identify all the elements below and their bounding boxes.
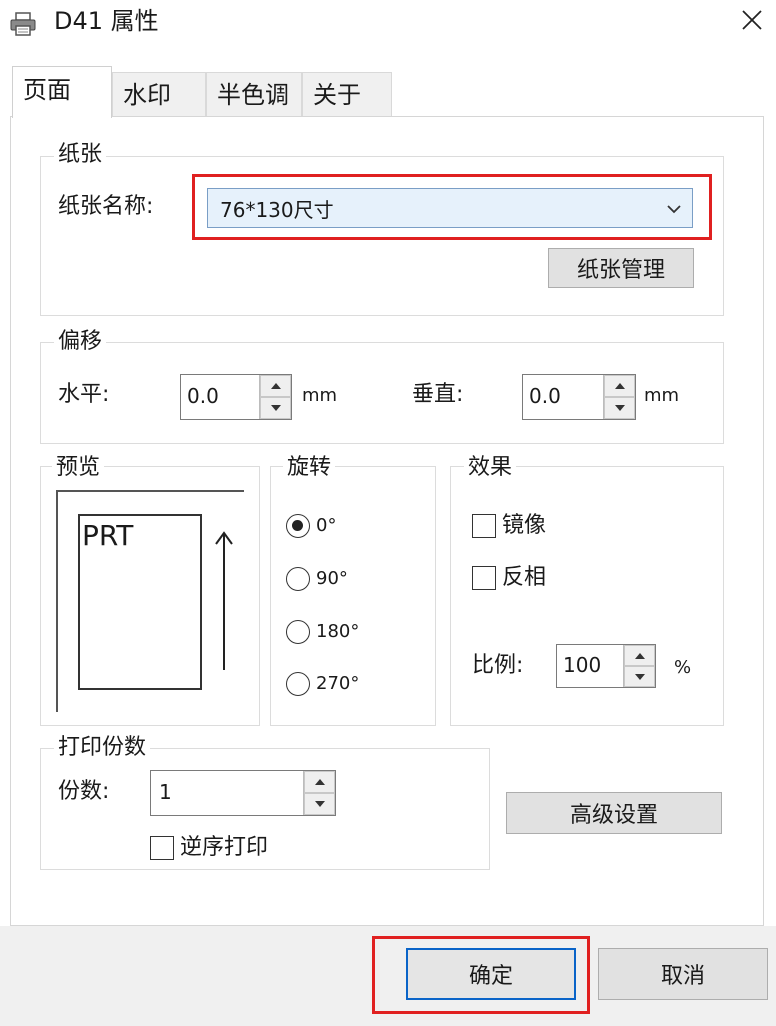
invert-label: 反相: [502, 565, 547, 590]
rotation-radio-0[interactable]: [286, 514, 310, 538]
scale-value: 100: [563, 653, 602, 677]
scale-spinner: [623, 645, 655, 687]
arrow-up-icon: [314, 779, 325, 785]
tab-about[interactable]: 关于: [302, 72, 392, 116]
spin-up-button[interactable]: [604, 375, 635, 397]
rotation-label-270: 270°: [316, 673, 360, 694]
spin-up-button[interactable]: [260, 375, 291, 397]
arrow-up-icon: [634, 652, 645, 659]
arrow-down-icon: [270, 405, 281, 411]
mirror-label: 镜像: [502, 513, 547, 538]
spin-down-button[interactable]: [604, 397, 635, 419]
arrow-down-icon: [614, 405, 625, 411]
preview-text: PRT: [82, 519, 134, 552]
reverse-print-checkbox[interactable]: [150, 836, 174, 860]
rotation-radio-90[interactable]: [286, 567, 310, 591]
scale-input[interactable]: 100: [556, 644, 656, 688]
paper-manage-button[interactable]: 纸张管理: [548, 248, 694, 288]
offset-vertical-value: 0.0: [529, 384, 561, 408]
scale-unit: %: [674, 657, 692, 678]
invert-checkbox[interactable]: [472, 566, 496, 590]
paper-name-dropdown[interactable]: 76*130尺寸: [207, 188, 693, 228]
advanced-settings-label: 高级设置: [569, 803, 658, 828]
spin-down-button[interactable]: [260, 397, 291, 419]
spin-up-button[interactable]: [304, 771, 335, 793]
arrow-up-icon: [213, 530, 235, 676]
copies-group-title: 打印份数: [54, 734, 151, 762]
reverse-print-label: 逆序打印: [180, 835, 269, 860]
spin-down-button[interactable]: [624, 666, 655, 687]
arrow-down-icon: [314, 801, 325, 807]
rotation-radio-270[interactable]: [286, 672, 310, 696]
offset-vertical-spinner: [603, 375, 635, 419]
ok-label: 确定: [468, 964, 513, 989]
arrow-up-icon: [614, 383, 625, 389]
mirror-checkbox[interactable]: [472, 514, 496, 538]
preview-page: PRT: [78, 514, 202, 690]
rotation-radio-180[interactable]: [286, 620, 310, 644]
invert-option[interactable]: 反相: [472, 564, 592, 594]
tab-about-label: 关于: [313, 81, 361, 109]
copies-count-spinner: [303, 771, 335, 815]
rotation-option-90[interactable]: 90°: [286, 565, 406, 593]
offset-horizontal-spinner: [259, 375, 291, 419]
chevron-down-icon: [664, 199, 684, 219]
spin-down-button[interactable]: [304, 793, 335, 815]
paper-name-value: 76*130尺寸: [220, 198, 334, 222]
window-title: D41 属性: [54, 7, 159, 35]
scale-label: 比例:: [472, 653, 524, 678]
copies-count-label: 份数:: [58, 779, 110, 804]
tab-page-label: 页面: [23, 76, 71, 104]
offset-group-title: 偏移: [54, 328, 107, 356]
arrow-up-icon: [270, 383, 281, 389]
tab-watermark-label: 水印: [123, 81, 171, 109]
offset-vertical-input[interactable]: 0.0: [522, 374, 636, 420]
paper-name-label: 纸张名称:: [58, 194, 154, 219]
rotation-group-title: 旋转: [283, 454, 336, 482]
rotation-option-0[interactable]: 0°: [286, 512, 406, 540]
offset-horizontal-unit: mm: [302, 385, 338, 406]
advanced-settings-button[interactable]: 高级设置: [506, 792, 722, 834]
ok-button[interactable]: 确定: [406, 948, 576, 1000]
rotation-option-180[interactable]: 180°: [286, 618, 406, 646]
offset-vertical-unit: mm: [644, 385, 680, 406]
rotation-option-270[interactable]: 270°: [286, 670, 406, 698]
paper-group: [40, 156, 724, 316]
arrow-down-icon: [634, 673, 645, 680]
reverse-print-option[interactable]: 逆序打印: [150, 834, 310, 864]
rotation-label-180: 180°: [316, 621, 360, 642]
effects-group-title: 效果: [464, 454, 517, 482]
mirror-option[interactable]: 镜像: [472, 512, 592, 542]
copies-count-input[interactable]: 1: [150, 770, 336, 816]
offset-horizontal-input[interactable]: 0.0: [180, 374, 292, 420]
tab-page[interactable]: 页面: [12, 66, 112, 118]
close-button[interactable]: [728, 0, 776, 40]
printer-icon: [10, 12, 36, 36]
spin-up-button[interactable]: [624, 645, 655, 666]
cancel-button[interactable]: 取消: [598, 948, 768, 1000]
offset-vertical-label: 垂直:: [412, 382, 464, 407]
cancel-label: 取消: [660, 964, 705, 989]
close-icon: [742, 10, 762, 30]
tab-halftone[interactable]: 半色调: [206, 72, 302, 116]
offset-horizontal-value: 0.0: [187, 384, 219, 408]
rotation-label-90: 90°: [316, 568, 348, 589]
paper-manage-label: 纸张管理: [576, 258, 665, 283]
preview-group-title: 预览: [52, 454, 105, 482]
offset-horizontal-label: 水平:: [58, 382, 110, 407]
rotation-label-0: 0°: [316, 515, 337, 536]
title-bar: D41 属性: [0, 0, 776, 50]
tab-halftone-label: 半色调: [217, 81, 289, 109]
tab-watermark[interactable]: 水印: [112, 72, 206, 116]
paper-group-title: 纸张: [54, 141, 107, 169]
copies-count-value: 1: [159, 780, 172, 804]
